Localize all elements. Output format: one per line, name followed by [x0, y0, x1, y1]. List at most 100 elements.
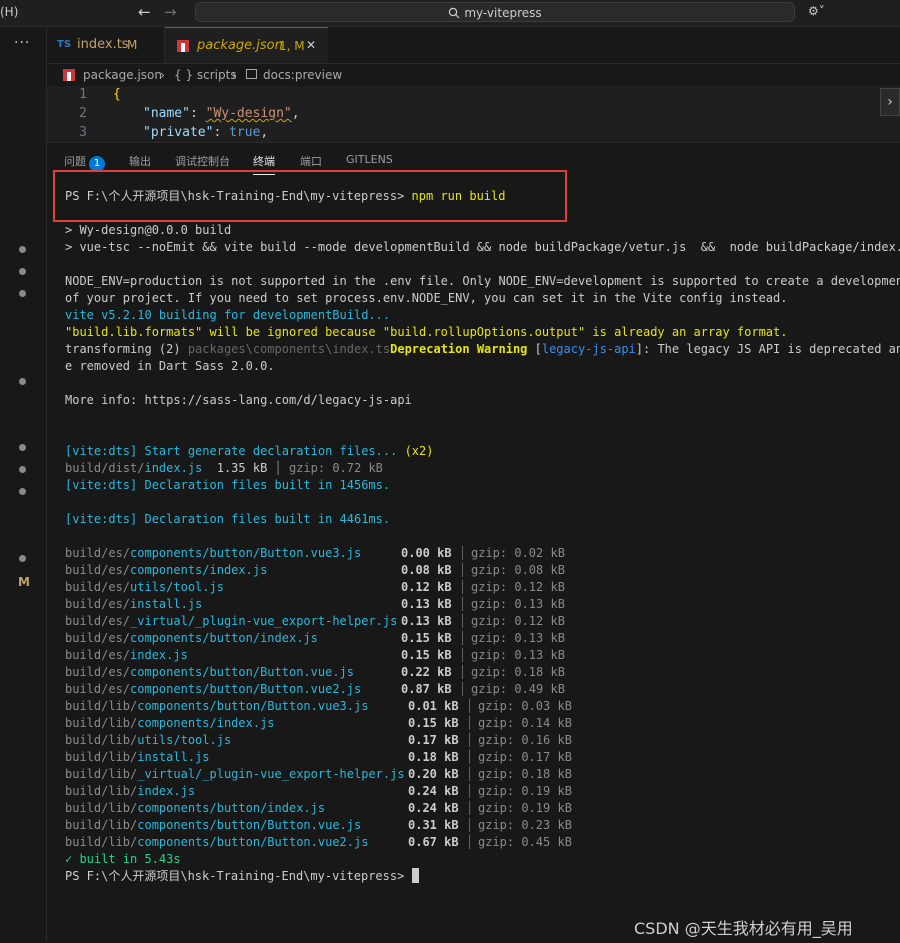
file-gzip: gzip: 0.45 kB — [478, 835, 572, 849]
file-size: 0.87 kB — [401, 682, 452, 696]
file-name: components/button/Button.vue2.js — [137, 835, 369, 849]
file-gzip: gzip: 0.18 kB — [478, 767, 572, 781]
terminal-line: of your project. If you need to set proc… — [65, 291, 788, 305]
code-line: "name": "Wy-design", — [143, 106, 300, 121]
column-divider: │ — [466, 801, 474, 815]
tab-ports[interactable]: 端口 — [300, 153, 322, 169]
terminal-line: > Wy-design@0.0.0 build — [65, 223, 232, 237]
gutter-dot-icon — [19, 555, 26, 562]
file-size: 0.24 kB — [408, 784, 459, 798]
tab-gitlens[interactable]: GITLENS — [346, 153, 393, 166]
file-name: components/button/index.js — [137, 801, 326, 815]
file-dir: build/lib/ — [65, 801, 138, 815]
menu-help-fragment[interactable]: (H) — [0, 5, 18, 19]
file-name: index.js — [137, 784, 196, 798]
table-row: build/lib/components/button/Button.vue.j… — [65, 817, 572, 834]
file-gzip: gzip: 0.08 kB — [471, 563, 565, 577]
file-size: 0.12 kB — [401, 580, 452, 594]
column-divider: │ — [466, 767, 474, 781]
bottom-panel: 问题 1 输出 调试控制台 终端 端口 GITLENS PS F:\个人开源项目\… — [47, 142, 900, 943]
file-size: 0.17 kB — [408, 733, 459, 747]
file-gzip: gzip: 0.19 kB — [478, 801, 572, 815]
back-arrow-icon[interactable]: ← — [138, 3, 151, 21]
terminal-cursor — [411, 868, 419, 883]
property-icon — [246, 69, 257, 79]
breadcrumb-separator: › — [232, 68, 237, 82]
column-divider: │ — [466, 835, 474, 849]
column-divider: │ — [459, 648, 467, 662]
file-gzip: gzip: 0.12 kB — [471, 614, 565, 628]
chevron-right-icon[interactable]: › — [880, 88, 900, 116]
title-bar: (H) ← → my-vitepress ⚙︎˅ — [0, 0, 900, 27]
file-size: 0.24 kB — [408, 801, 459, 815]
breadcrumb-item[interactable]: docs:preview — [263, 68, 342, 82]
file-dir: build/lib/ — [65, 716, 138, 730]
table-row: build/es/components/index.js 0.08 kB │ gzip… — [65, 562, 565, 579]
file-dir: build/lib/ — [65, 750, 138, 764]
file-size: 0.01 kB — [408, 699, 459, 713]
table-row: build/lib/components/button/Button.vue2.… — [65, 834, 572, 851]
file-size: 0.08 kB — [401, 563, 452, 577]
terminal-line: [vite:dts] Start generate declaration fi… — [65, 444, 434, 458]
terminal-line: transforming (2) packages\components\ind… — [65, 342, 900, 356]
column-divider: │ — [459, 597, 467, 611]
column-divider: │ — [466, 818, 474, 832]
table-row: build/es/components/button/index.js 0.15 … — [65, 630, 565, 647]
file-gzip: gzip: 0.17 kB — [478, 750, 572, 764]
table-row: build/es/install.js 0.13 kB │ gzip: 0.13 kB — [65, 596, 565, 613]
gutter-dot-icon — [19, 444, 26, 451]
line-number: 2 — [79, 106, 87, 121]
file-gzip: gzip: 0.12 kB — [471, 580, 565, 594]
column-divider: │ — [466, 699, 474, 713]
tab-label: package.json — [197, 38, 283, 53]
file-gzip: gzip: 0.13 kB — [471, 631, 565, 645]
file-size: 0.13 kB — [401, 597, 452, 611]
file-name: _virtual/_plugin-vue_export-helper.js — [137, 767, 405, 781]
gutter-dot-icon — [19, 268, 26, 275]
file-name: components/index.js — [130, 563, 268, 577]
terminal-line: [vite:dts] Declaration files built in 14… — [65, 478, 391, 492]
breadcrumb-scripts[interactable]: { } scripts — [174, 68, 237, 82]
breadcrumb-file[interactable]: package.json — [83, 68, 162, 82]
file-gzip: gzip: 0.14 kB — [478, 716, 572, 730]
highlight-annotation-box — [53, 170, 567, 222]
file-name: components/index.js — [137, 716, 275, 730]
npm-icon — [177, 40, 189, 52]
file-size: 0.31 kB — [408, 818, 459, 832]
table-row: build/es/_virtual/_plugin-vue_export-hel… — [65, 613, 565, 630]
editor-tabs: TS index.ts M package.json 1, M ✕ — [47, 27, 900, 64]
gutter-dot-icon — [19, 466, 26, 473]
tab-package-json[interactable]: package.json 1, M ✕ — [165, 27, 328, 63]
command-center-search[interactable]: my-vitepress — [195, 2, 795, 22]
file-dir: build/lib/ — [65, 818, 138, 832]
table-row: build/lib/utils/tool.js 0.17 kB │ gzip: 0.1… — [65, 732, 572, 749]
file-gzip: gzip: 0.13 kB — [471, 648, 565, 662]
column-divider: │ — [466, 716, 474, 730]
tab-output[interactable]: 输出 — [129, 153, 151, 169]
file-name: components/button/Button.vue2.js — [130, 682, 362, 696]
file-gzip: gzip: 0.02 kB — [471, 546, 565, 560]
table-row: build/es/components/button/Button.vue3.j… — [65, 545, 565, 562]
close-icon[interactable]: ✕ — [306, 38, 316, 52]
forward-arrow-icon[interactable]: → — [164, 3, 177, 21]
table-row: build/lib/_virtual/_plugin-vue_export-he… — [65, 766, 572, 783]
tab-index-ts[interactable]: TS index.ts M — [47, 27, 165, 63]
file-name: components/button/Button.vue.js — [130, 665, 354, 679]
file-gzip: gzip: 0.23 kB — [478, 818, 572, 832]
file-dir: build/es/ — [65, 648, 131, 662]
terminal-line: ✓ built in 5.43s — [65, 852, 181, 866]
terminal-line: build/dist/index.js 1.35 kB │ gzip: 0.72… — [65, 461, 383, 475]
file-name: _virtual/_plugin-vue_export-helper.js — [130, 614, 398, 628]
file-size: 0.15 kB — [401, 631, 452, 645]
code-editor[interactable]: 1 { 2 "name": "Wy-design", 3 "private": … — [47, 86, 900, 142]
file-dir: build/es/ — [65, 563, 131, 577]
copilot-icon[interactable]: ⚙︎˅ — [808, 4, 825, 18]
file-size: 0.18 kB — [408, 750, 459, 764]
more-actions-icon[interactable]: ··· — [14, 35, 30, 51]
tab-debug-console[interactable]: 调试控制台 — [175, 153, 230, 169]
file-size: 0.15 kB — [401, 648, 452, 662]
tab-terminal[interactable]: 终端 — [253, 153, 275, 175]
table-row: build/es/utils/tool.js 0.12 kB │ gzip: 0.12… — [65, 579, 565, 596]
terminal-line: vite v5.2.10 building for developmentBui… — [65, 308, 391, 322]
file-size: 0.22 kB — [401, 665, 452, 679]
